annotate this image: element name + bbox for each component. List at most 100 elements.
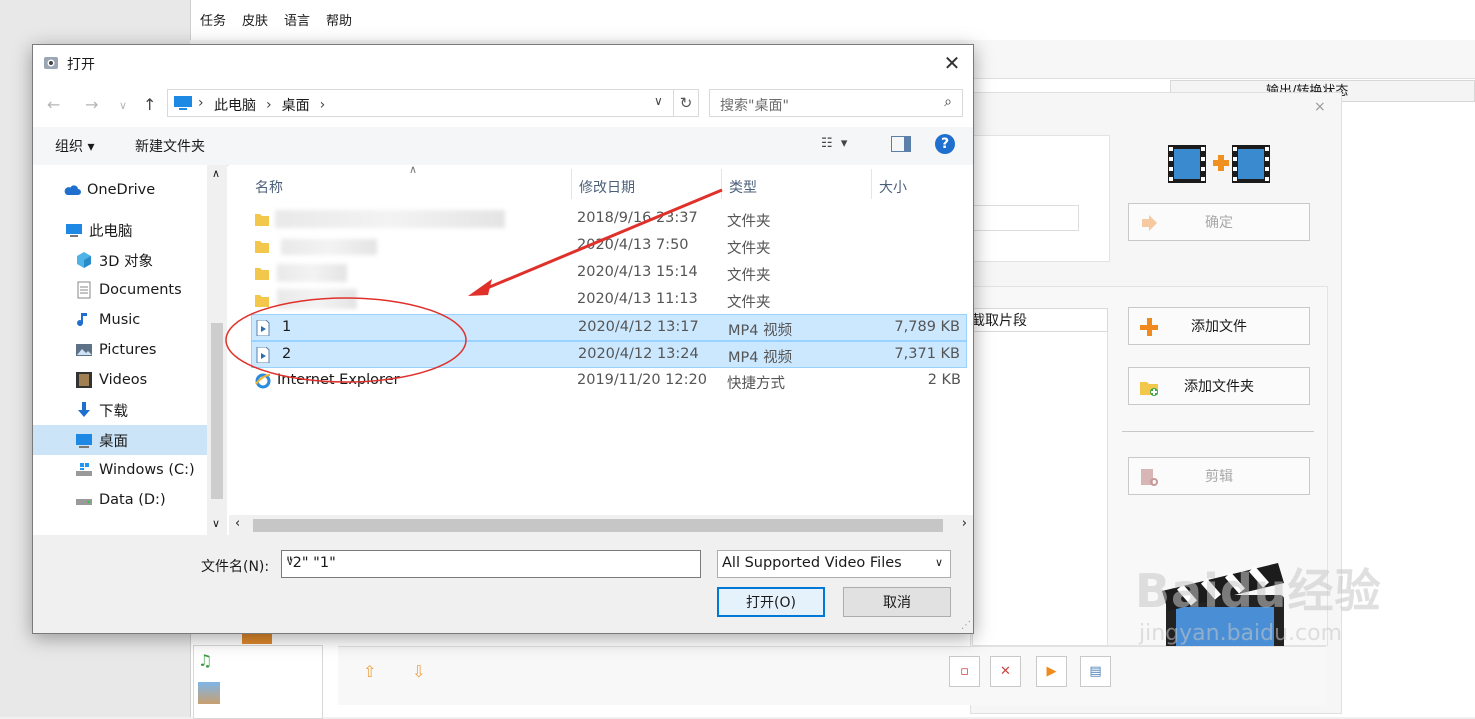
search-icon: ⌕ [944, 94, 952, 110]
scroll-right-icon[interactable]: › [962, 516, 967, 531]
scroll-up-icon[interactable]: ∧ [212, 167, 220, 180]
folder-icon [255, 214, 269, 226]
column-header-row: ∧ 名称 修改日期 类型 大小 [229, 163, 973, 199]
menu-item-help[interactable]: 帮助 [326, 10, 352, 36]
breadcrumb-desktop[interactable]: 桌面 [282, 95, 310, 115]
panel-close-icon[interactable]: × [1314, 99, 1326, 115]
view-options-icon[interactable]: ☷ ▾ [821, 136, 847, 151]
add-file-button[interactable]: 添加文件 [1128, 307, 1310, 345]
file-name: 1 [282, 319, 292, 335]
column-name[interactable]: 名称 [255, 177, 283, 197]
nav-item-windows-c[interactable]: Windows (C:) [33, 455, 207, 485]
nav-item-music[interactable]: Music [33, 305, 207, 335]
address-bar[interactable]: › 此电脑 › 桌面 › ∨ [167, 89, 697, 117]
video-file-icon [256, 347, 270, 363]
search-box[interactable]: 搜索"桌面" ⌕ [709, 89, 963, 117]
nav-scroll-thumb[interactable] [211, 323, 223, 499]
close-button[interactable]: ✕ [931, 45, 973, 81]
folder-add-icon [1140, 382, 1158, 396]
file-row-folder[interactable]: 2020/4/13 11:13 文件夹 [251, 287, 967, 314]
file-type-value: All Supported Video Files [722, 555, 902, 571]
column-divider[interactable] [721, 169, 722, 199]
nav-item-videos[interactable]: Videos [33, 365, 207, 395]
nav-item-data-d[interactable]: Data (D:) [33, 485, 207, 515]
remove-item-icon[interactable]: ▫ [949, 656, 980, 687]
horizontal-scrollbar[interactable]: ‹ › [229, 515, 973, 535]
output-path-field[interactable] [972, 205, 1079, 231]
file-date: 2020/4/13 7:50 [577, 237, 689, 253]
open-file-dialog: 打开 ✕ ← → ∨ ↑ › 此电脑 › 桌面 › ∨ ↻ 搜索"桌面" ⌕ 组… [32, 44, 974, 634]
output-settings-box [972, 135, 1110, 262]
resize-grip-icon[interactable]: ⋰ [961, 620, 971, 631]
breadcrumb-chevron-icon: › [319, 97, 326, 113]
ok-button[interactable]: 确定 [1128, 203, 1310, 241]
new-folder-button[interactable]: 新建文件夹 [135, 136, 205, 156]
back-arrow-icon[interactable]: ← [47, 95, 60, 114]
up-arrow-icon[interactable]: ↑ [143, 95, 156, 114]
menu-item-skin[interactable]: 皮肤 [242, 10, 268, 36]
file-row-folder[interactable]: 2018/9/16 23:37 文件夹 [251, 206, 967, 233]
help-icon[interactable]: ? [935, 134, 955, 154]
nav-label: 此电脑 [89, 223, 133, 240]
column-size[interactable]: 大小 [879, 177, 907, 197]
file-row-shortcut[interactable]: Internet Explorer 2019/11/20 12:20 快捷方式 … [251, 368, 967, 395]
music-file-icon[interactable]: ♫ [198, 651, 220, 673]
info-icon[interactable]: ▤ [1080, 656, 1111, 687]
video-file-icon [256, 320, 270, 336]
preview-pane-icon[interactable] [891, 136, 911, 152]
file-size: 2 KB [927, 372, 961, 388]
column-type[interactable]: 类型 [729, 177, 757, 197]
file-size: 7,789 KB [894, 319, 960, 335]
nav-item-pictures[interactable]: Pictures [33, 335, 207, 365]
image-file-icon[interactable] [198, 682, 220, 704]
nav-item-desktop[interactable]: 桌面 [33, 425, 207, 455]
nav-item-documents[interactable]: Documents [33, 275, 207, 305]
nav-item-3d-objects[interactable]: 3D 对象 [33, 245, 207, 275]
play-icon[interactable]: ▶ [1036, 656, 1067, 687]
column-date[interactable]: 修改日期 [579, 177, 635, 197]
breadcrumb-this-pc[interactable]: 此电脑 [214, 95, 256, 115]
file-row-video-1[interactable]: 1 2020/4/12 13:17 MP4 视频 7,789 KB [251, 314, 967, 341]
move-down-icon[interactable]: ⇩ [412, 662, 425, 681]
app-icon [44, 57, 58, 69]
file-row-folder[interactable]: 2020/4/13 7:50 文件夹 [251, 233, 967, 260]
nav-item-downloads[interactable]: 下载 [33, 395, 207, 425]
title-bar[interactable]: 打开 ✕ [33, 45, 973, 81]
file-date: 2020/4/13 15:14 [577, 264, 698, 280]
cancel-button[interactable]: 取消 [843, 587, 951, 617]
delete-all-icon[interactable]: ✕ [990, 656, 1021, 687]
add-folder-button[interactable]: 添加文件夹 [1128, 367, 1310, 405]
forward-arrow-icon[interactable]: → [85, 95, 98, 114]
file-type: 文件夹 [727, 241, 771, 257]
nav-label: 3D 对象 [99, 253, 153, 270]
blurred-name [277, 264, 347, 282]
menu-item-language[interactable]: 语言 [284, 10, 310, 36]
refresh-button[interactable]: ↻ [673, 89, 699, 117]
file-row-folder[interactable]: 2020/4/13 15:14 文件夹 [251, 260, 967, 287]
blurred-name [277, 289, 357, 309]
file-date: 2019/11/20 12:20 [577, 372, 707, 388]
breadcrumb-chevron-icon: › [266, 97, 272, 113]
chevron-down-icon[interactable]: ∨ [286, 555, 694, 568]
file-row-video-2[interactable]: 2 2020/4/12 13:24 MP4 视频 7,371 KB [251, 341, 967, 368]
move-up-icon[interactable]: ⇧ [363, 662, 376, 681]
open-button[interactable]: 打开(O) [717, 587, 825, 617]
file-name: 2 [282, 346, 292, 362]
watermark-url: jingyan.baidu.com [1139, 621, 1343, 646]
file-type-select[interactable]: All Supported Video Files ∨ [717, 550, 951, 578]
column-divider[interactable] [571, 169, 572, 199]
organize-menu[interactable]: 组织 ▾ [55, 136, 94, 156]
edit-button[interactable]: 剪辑 [1128, 457, 1310, 495]
menu-item-task[interactable]: 任务 [200, 10, 226, 36]
filename-input[interactable]: "2" "1" ∨ [281, 550, 701, 578]
column-divider[interactable] [871, 169, 872, 199]
address-dropdown-icon[interactable]: ∨ [654, 94, 663, 108]
blurred-name [281, 239, 377, 255]
horizontal-scroll-thumb[interactable] [253, 519, 943, 532]
scroll-left-icon[interactable]: ‹ [235, 516, 240, 531]
recent-locations-icon[interactable]: ∨ [119, 99, 127, 112]
divider [1122, 431, 1314, 432]
scroll-down-icon[interactable]: ∨ [212, 517, 220, 530]
nav-item-onedrive[interactable]: OneDrive [33, 175, 207, 205]
nav-item-this-pc[interactable]: 此电脑 [33, 215, 207, 245]
